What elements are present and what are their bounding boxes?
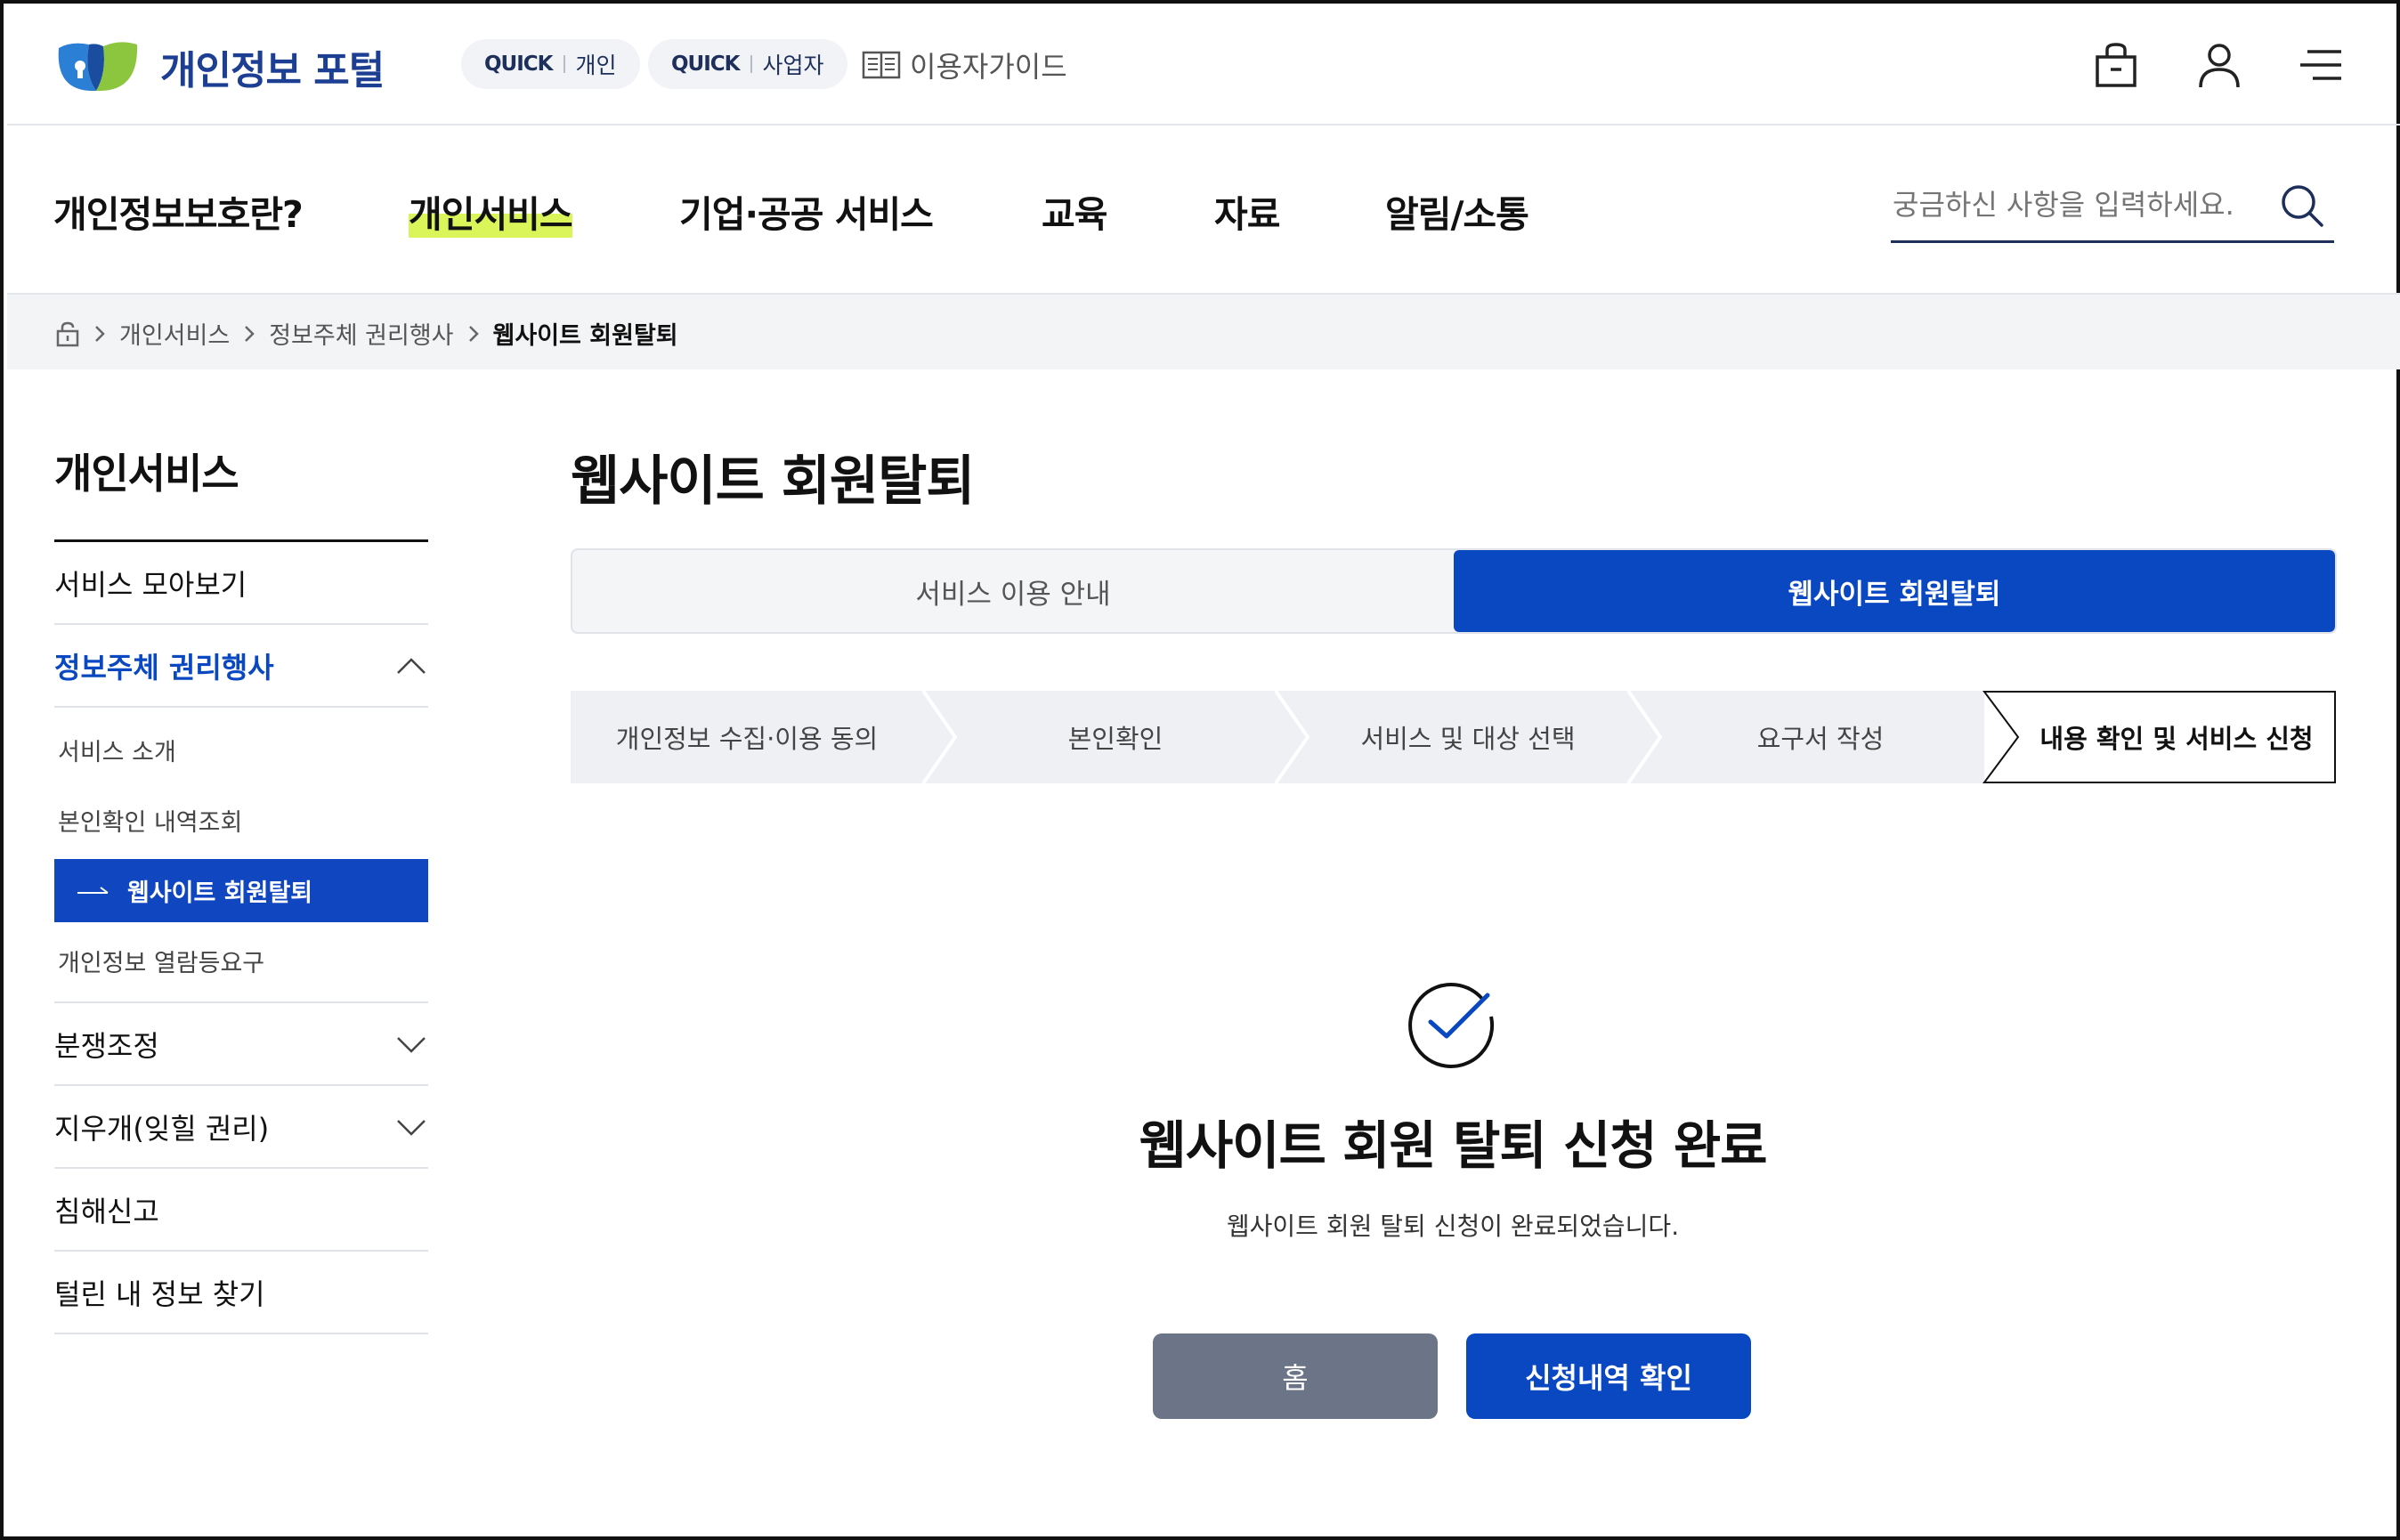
user-guide-label: 이용자가이드 [910,50,1067,84]
chevron-up-icon [397,657,426,674]
nav-item-privacy[interactable]: 개인정보보호란? [53,184,304,238]
main-navigation: 개인정보보호란? 개인서비스 기업·공공 서비스 교육 자료 알림/소통 [7,126,2400,295]
nav-item-education[interactable]: 교육 [1042,184,1107,238]
tab-service-guide[interactable]: 서비스 이용 안내 [572,550,1454,632]
sidebar-item-leaked-info[interactable]: 털린 내 정보 찾기 [54,1252,428,1334]
logo-mark-icon [58,42,138,92]
progress-steps: 개인정보 수집·이용 동의 본인확인 서비스 및 대상 선택 요구서 작성 내용… [571,691,2337,783]
lock-bag-icon[interactable] [2088,37,2144,93]
sidebar-title: 개인서비스 [54,431,428,542]
logo-text: 개인정보 포털 [160,48,385,93]
check-circle-icon [1408,982,1495,1068]
top-utility-bar: 개인정보 포털 QUICK 개인 QUICK 사업자 이용자가이드 [7,7,2400,126]
quick-separator [750,55,752,73]
nav-item-business-service[interactable]: 기업·공공 서비스 [679,184,934,238]
user-guide-link[interactable]: 이용자가이드 [862,45,1067,85]
sidebar: 개인서비스 서비스 모아보기 정보주체 권리행사 서비스 소개 본인확인 내역조… [54,431,428,1334]
sidebar-subitem-label: 본인확인 내역조회 [58,809,243,837]
book-icon [862,51,901,79]
step-consent: 개인정보 수집·이용 동의 [615,724,879,754]
home-button[interactable]: 홈 [1153,1333,1438,1419]
tab-website-withdrawal[interactable]: 웹사이트 회원탈퇴 [1454,550,2335,632]
step-write-request: 요구서 작성 [1756,724,1885,754]
sidebar-item-rights[interactable]: 정보주체 권리행사 [54,625,428,708]
search-input[interactable] [1893,182,2266,227]
nav-item-notice[interactable]: 알림/소통 [1385,184,1529,238]
step-identity: 본인확인 [1067,724,1164,754]
breadcrumb-item-personal-service[interactable]: 개인서비스 [119,316,230,351]
sidebar-item-label: 서비스 모아보기 [54,567,247,602]
sidebar-subitem-label: 개인정보 열람등요구 [58,950,265,977]
nav-item-personal-service[interactable]: 개인서비스 [409,184,573,238]
chevron-right-icon [245,325,255,342]
sidebar-subitem-access-request[interactable]: 개인정보 열람등요구 [54,926,428,996]
quick-personal-button[interactable]: QUICK 개인 [461,39,640,89]
menu-icon[interactable] [2295,37,2350,93]
quick-prefix: QUICK [484,53,553,76]
quick-prefix: QUICK [671,53,740,76]
arrow-right-icon [77,886,109,894]
sidebar-item-dispute[interactable]: 분쟁조정 [54,1003,428,1086]
sidebar-subitem-label: 서비스 소개 [58,739,176,766]
search-icon[interactable] [2277,181,2327,231]
page-title: 웹사이트 회원탈퇴 [571,450,975,513]
completion-description: 웹사이트 회원 탈퇴 신청이 완료되었습니다. [1226,1212,1680,1241]
breadcrumb-item-rights[interactable]: 정보주체 권리행사 [269,316,453,351]
chevron-right-icon [468,325,479,342]
view-history-button[interactable]: 신청내역 확인 [1466,1333,1751,1419]
step-confirm-apply: 내용 확인 및 서비스 신청 [2039,724,2314,754]
sidebar-item-label: 털린 내 정보 찾기 [54,1277,265,1311]
search-box [1891,172,2334,243]
step-select-service: 서비스 및 대상 선택 [1360,724,1576,754]
home-lock-icon[interactable] [55,320,80,347]
nav-item-resources[interactable]: 자료 [1214,184,1280,238]
quick-personal-label: 개인 [575,53,617,78]
chevron-right-icon [95,325,105,342]
user-icon[interactable] [2192,37,2247,93]
sidebar-subitem-website-withdrawal[interactable]: 웹사이트 회원탈퇴 [54,859,428,922]
quick-separator [563,55,565,73]
sidebar-item-label: 정보주체 권리행사 [54,650,274,685]
sidebar-subitem-label: 웹사이트 회원탈퇴 [127,879,313,907]
chevron-down-icon [397,1036,426,1053]
quick-business-label: 사업자 [762,53,824,78]
breadcrumb: 개인서비스 정보주체 권리행사 웹사이트 회원탈퇴 [55,316,678,351]
page-frame: 개인정보 포털 QUICK 개인 QUICK 사업자 이용자가이드 개인정보보호… [0,0,2400,1540]
sidebar-subitem-identity-history[interactable]: 본인확인 내역조회 [54,785,428,855]
completion-title: 웹사이트 회원 탈퇴 신청 완료 [1139,1115,1767,1176]
sidebar-subitem-service-intro[interactable]: 서비스 소개 [54,715,428,785]
site-logo[interactable]: 개인정보 포털 [53,37,385,96]
sidebar-item-label: 분쟁조정 [54,1028,159,1063]
breadcrumb-bar: 개인서비스 정보주체 권리행사 웹사이트 회원탈퇴 [7,295,2400,369]
content-tabs: 서비스 이용 안내 웹사이트 회원탈퇴 [571,548,2337,634]
sidebar-item-service-overview[interactable]: 서비스 모아보기 [54,542,428,625]
breadcrumb-item-current: 웹사이트 회원탈퇴 [492,322,678,350]
sidebar-submenu: 서비스 소개 본인확인 내역조회 웹사이트 회원탈퇴 개인정보 열람등요구 [54,708,428,1003]
quick-business-button[interactable]: QUICK 사업자 [648,39,847,89]
